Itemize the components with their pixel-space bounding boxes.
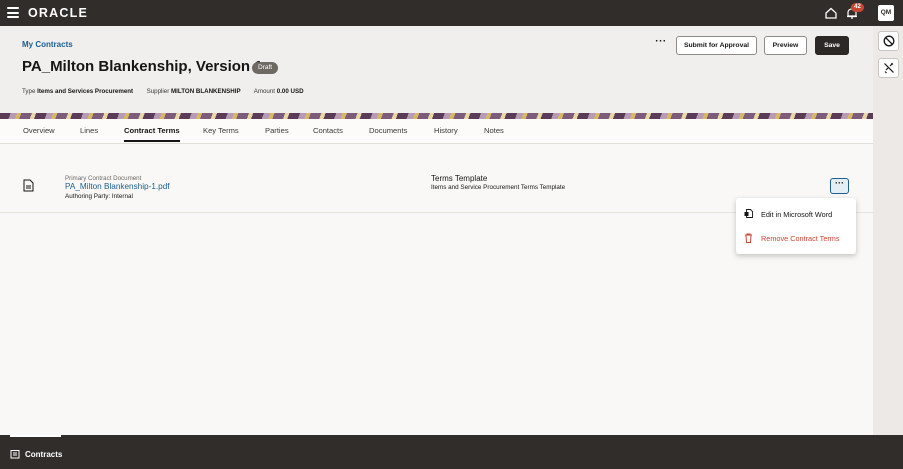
tab-history[interactable]: History (434, 126, 458, 135)
unlink-button[interactable] (878, 58, 899, 78)
supplier-label: Supplier (146, 88, 170, 95)
tab-lines[interactable]: Lines (80, 126, 98, 135)
tab-overview[interactable]: Overview (23, 126, 55, 135)
supplier-value: MILTON BLANKENSHIP (171, 88, 241, 95)
menu-item-label: Edit in Microsoft Word (761, 210, 833, 219)
save-button[interactable]: Save (815, 36, 849, 55)
word-doc-icon (744, 209, 753, 218)
trash-icon (745, 233, 752, 243)
tab-key-terms[interactable]: Key Terms (203, 126, 239, 135)
unlink-icon (884, 62, 894, 74)
breadcrumb[interactable]: My Contracts (22, 40, 73, 49)
primary-document-link[interactable]: PA_Milton Blankenship-1.pdf (65, 182, 170, 191)
authoring-party: Authoring Party: Internal (65, 193, 133, 200)
tab-contract-terms[interactable]: Contract Terms (124, 126, 180, 142)
tab-documents[interactable]: Documents (369, 126, 407, 135)
contract-meta: Type Items and Services Procurement Supp… (22, 88, 304, 95)
bottom-tab-label: Contracts (25, 449, 63, 459)
submit-for-approval-button[interactable]: Submit for Approval (676, 36, 757, 55)
row-actions-menu: Edit in Microsoft Word Remove Contract T… (736, 198, 856, 254)
active-tab-indicator (10, 435, 61, 437)
oracle-logo: ORACLE (28, 6, 88, 20)
bottom-tab-contracts[interactable]: Contracts (10, 449, 62, 459)
menu-item-label: Remove Contract Terms (761, 234, 840, 243)
blocked-button[interactable] (878, 31, 899, 51)
primary-document-caption: Primary Contract Document (65, 175, 142, 182)
global-header: ORACLE 42 QM (0, 0, 903, 26)
tab-contacts[interactable]: Contacts (313, 126, 343, 135)
page-title: PA_Milton Blankenship, Version 1 (22, 58, 263, 75)
menu-item-remove-contract-terms[interactable]: Remove Contract Terms (736, 227, 856, 249)
type-value: Items and Services Procurement (37, 88, 134, 95)
blocked-icon (883, 35, 895, 47)
page-header: My Contracts PA_Milton Blankenship, Vers… (0, 26, 873, 113)
row-actions-button[interactable]: ··· (830, 178, 849, 194)
tab-bar: Overview Lines Contract Terms Key Terms … (0, 119, 873, 144)
tab-notes[interactable]: Notes (484, 126, 504, 135)
more-actions-button[interactable]: ··· (653, 37, 669, 53)
amount-value: 0.00 USD (276, 88, 304, 95)
menu-icon[interactable] (7, 7, 19, 18)
notification-badge: 42 (851, 3, 864, 12)
bottom-navigation: Contracts (0, 435, 903, 469)
type-label: Type (22, 88, 36, 95)
user-avatar[interactable]: QM (878, 5, 894, 21)
terms-template-value: Items and Service Procurement Terms Temp… (431, 184, 566, 191)
home-icon[interactable] (824, 6, 838, 20)
document-icon (23, 179, 34, 192)
tab-parties[interactable]: Parties (265, 126, 289, 135)
terms-template-label: Terms Template (431, 174, 488, 183)
menu-item-edit-in-word[interactable]: Edit in Microsoft Word (736, 203, 856, 225)
status-badge: Draft (252, 62, 279, 74)
amount-label: Amount (253, 88, 276, 95)
main-panel: My Contracts PA_Milton Blankenship, Vers… (0, 26, 873, 435)
right-rail (873, 26, 903, 435)
contracts-icon (10, 450, 20, 459)
preview-button[interactable]: Preview (764, 36, 807, 55)
